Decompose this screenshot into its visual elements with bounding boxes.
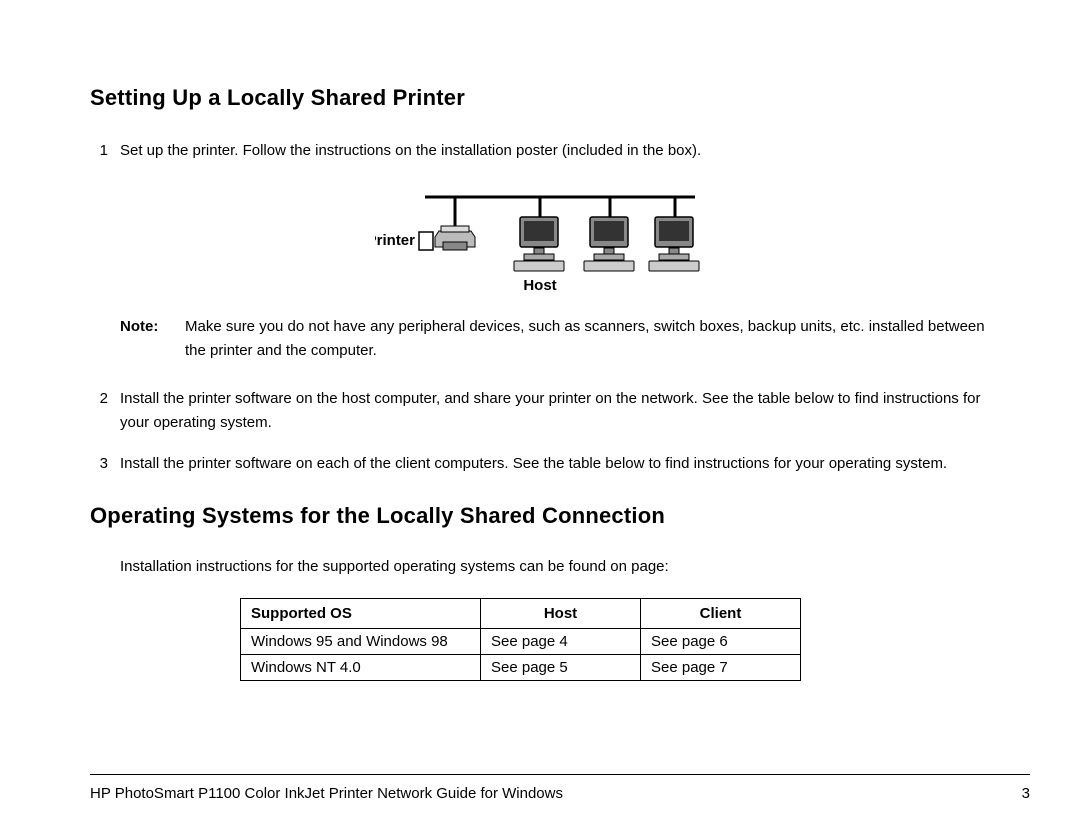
host-label: Host (523, 277, 556, 294)
note-block: Note: Make sure you do not have any peri… (90, 315, 1000, 363)
table-intro-text: Installation instructions for the suppor… (90, 555, 1000, 578)
client-monitor-icon-1 (584, 217, 634, 271)
header-client: Client (641, 599, 801, 629)
header-host: Host (481, 599, 641, 629)
cell-os: Windows NT 4.0 (241, 655, 481, 681)
client-monitor-icon-2 (649, 217, 699, 271)
section-heading-1: Setting Up a Locally Shared Printer (90, 85, 1000, 111)
step-1-number: 1 (90, 139, 120, 162)
cell-os: Windows 95 and Windows 98 (241, 629, 481, 655)
cell-client: See page 7 (641, 655, 801, 681)
table-row: Windows NT 4.0 See page 5 See page 7 (241, 655, 801, 681)
cell-client: See page 6 (641, 629, 801, 655)
step-3: 3 Install the printer software on each o… (90, 452, 1000, 475)
header-os: Supported OS (241, 599, 481, 629)
network-diagram: Printer Host (375, 187, 715, 297)
step-1-text: Set up the printer. Follow the instructi… (120, 139, 1000, 162)
table-header-row: Supported OS Host Client (241, 599, 801, 629)
footer: HP PhotoSmart P1100 Color InkJet Printer… (90, 774, 1030, 802)
step-2-number: 2 (90, 387, 120, 434)
cell-host: See page 4 (481, 629, 641, 655)
note-text: Make sure you do not have any peripheral… (180, 315, 1000, 363)
host-monitor-icon (514, 217, 564, 271)
step-1: 1 Set up the printer. Follow the instruc… (90, 139, 1000, 162)
cell-host: See page 5 (481, 655, 641, 681)
table-row: Windows 95 and Windows 98 See page 4 See… (241, 629, 801, 655)
os-table: Supported OS Host Client Windows 95 and … (240, 598, 801, 681)
footer-title: HP PhotoSmart P1100 Color InkJet Printer… (90, 785, 563, 802)
step-3-text: Install the printer software on each of … (120, 452, 1000, 475)
step-2-text: Install the printer software on the host… (120, 387, 1000, 434)
step-3-number: 3 (90, 452, 120, 475)
note-label: Note: (120, 315, 180, 363)
section-heading-2: Operating Systems for the Locally Shared… (90, 503, 1000, 529)
step-2: 2 Install the printer software on the ho… (90, 387, 1000, 434)
page-number: 3 (1022, 785, 1030, 802)
printer-label: Printer (375, 232, 415, 249)
